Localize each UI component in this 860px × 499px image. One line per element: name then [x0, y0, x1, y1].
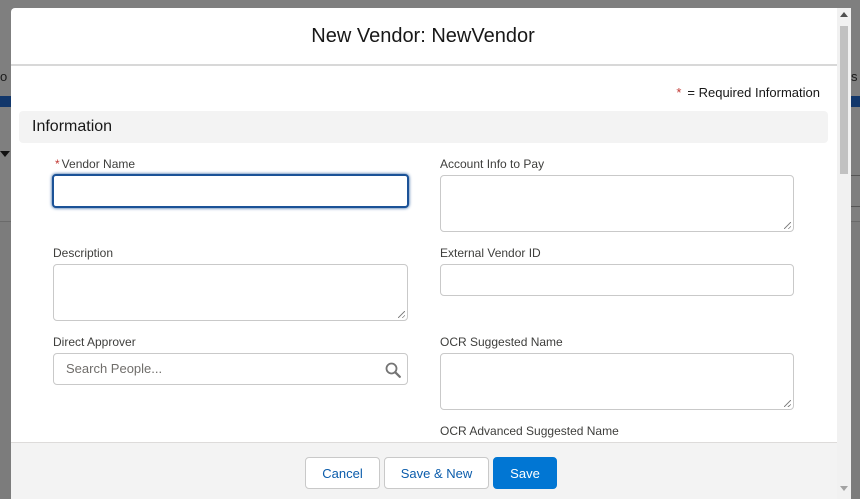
search-icon[interactable] [385, 362, 401, 378]
external-vendor-id-input[interactable] [440, 264, 794, 296]
save-button[interactable]: Save [493, 457, 557, 489]
required-information-note: * = Required Information [676, 85, 820, 100]
resize-grip-icon[interactable] [398, 311, 405, 318]
direct-approver-placeholder: Search People... [66, 361, 163, 376]
external-vendor-id-label: External Vendor ID [440, 246, 541, 260]
required-star: * [676, 85, 682, 100]
ocr-suggested-name-label: OCR Suggested Name [440, 335, 563, 349]
modal-header: New Vendor: NewVendor [11, 8, 849, 66]
vendor-name-input[interactable] [52, 174, 409, 208]
cancel-button[interactable]: Cancel [305, 457, 380, 489]
section-header-information[interactable]: Information [19, 111, 828, 143]
description-label: Description [53, 246, 114, 260]
vendor-name-label-text: Vendor Name [61, 157, 136, 171]
modal-scrollbar[interactable] [837, 8, 851, 499]
required-note-text: = Required Information [687, 85, 820, 100]
background-text-fragment-right: s [851, 69, 858, 84]
arrow-up-icon[interactable] [840, 12, 848, 17]
account-info-label: Account Info to Pay [440, 157, 545, 171]
vendor-name-label: * Vendor Name [55, 157, 135, 171]
required-star: * [55, 157, 60, 171]
ocr-suggested-name-textarea[interactable] [440, 353, 794, 410]
modal-title: New Vendor: NewVendor [311, 25, 535, 47]
arrow-down-icon[interactable] [840, 486, 848, 491]
description-textarea[interactable] [53, 264, 408, 321]
resize-grip-icon[interactable] [784, 222, 791, 229]
direct-approver-label: Direct Approver [53, 335, 136, 349]
direct-approver-lookup[interactable]: Search People... [53, 353, 408, 385]
modal-footer: Cancel Save & New Save [11, 442, 849, 499]
ocr-advanced-suggested-name-label: OCR Advanced Suggested Name [440, 424, 619, 438]
background-caret-icon [0, 151, 10, 157]
new-vendor-modal: New Vendor: NewVendor * = Required Inform… [11, 8, 849, 499]
save-and-new-button[interactable]: Save & New [384, 457, 489, 489]
account-info-textarea[interactable] [440, 175, 794, 232]
background-text-fragment-left: o [0, 69, 8, 84]
section-title: Information [32, 118, 113, 135]
scrollbar-thumb[interactable] [840, 26, 848, 174]
resize-grip-icon[interactable] [784, 400, 791, 407]
